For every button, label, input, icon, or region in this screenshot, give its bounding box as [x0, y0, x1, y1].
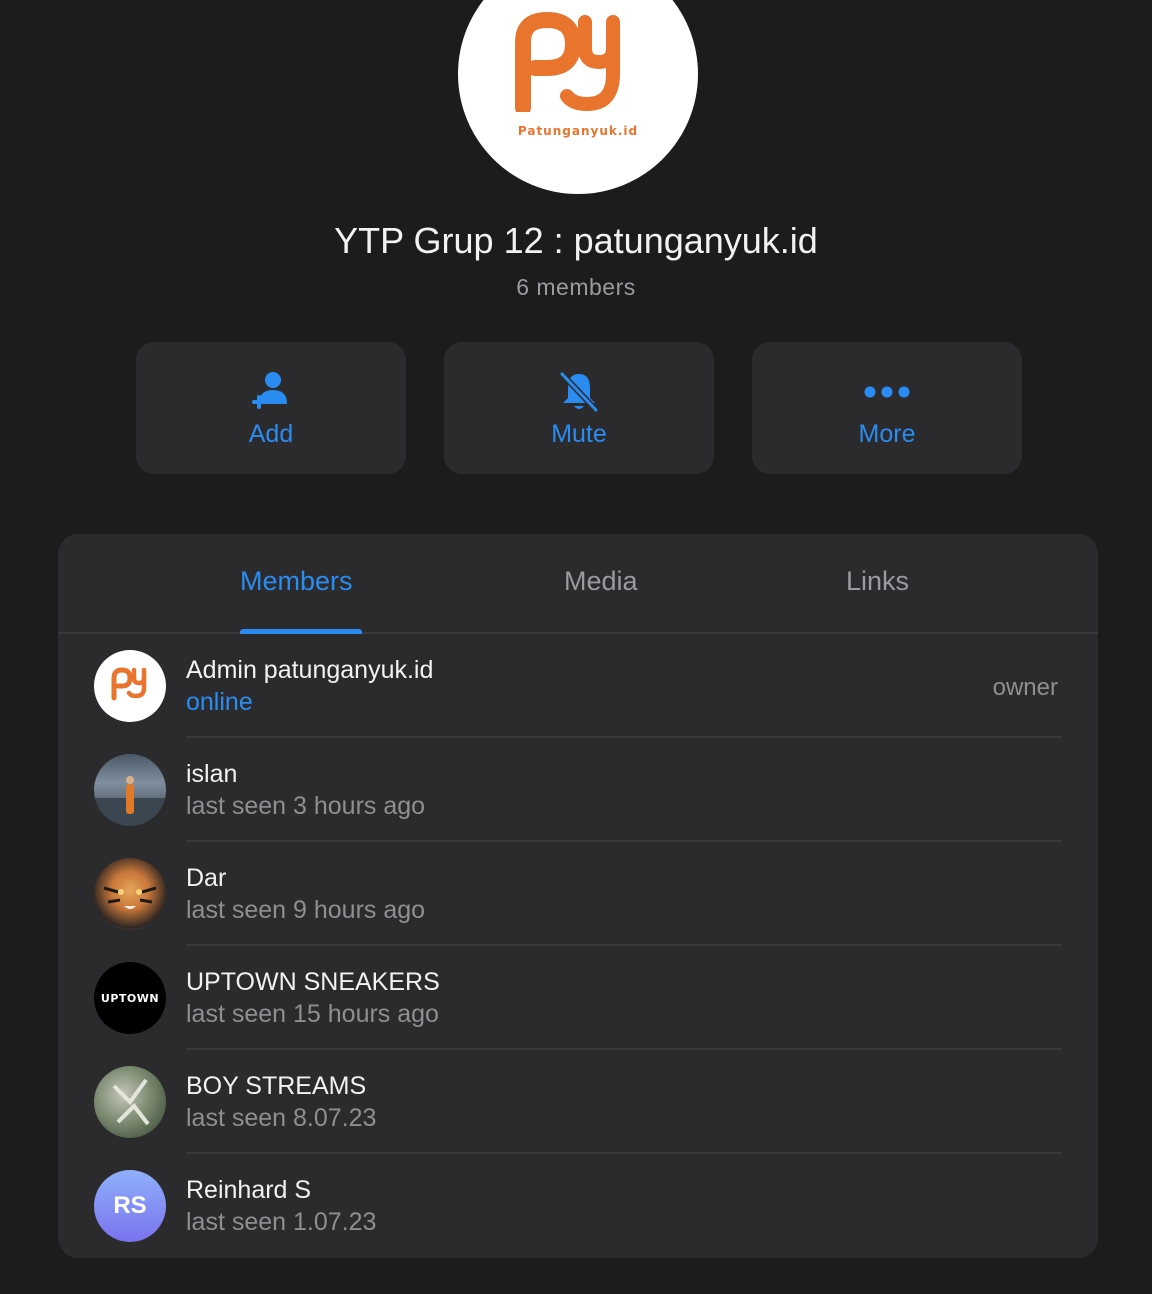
avatar — [94, 754, 166, 826]
patunganyuk-logo-icon — [111, 667, 147, 701]
member-row[interactable]: islan last seen 3 hours ago — [58, 738, 1098, 842]
avatar: UPTOWN — [94, 962, 166, 1034]
avatar-text: UPTOWN — [100, 991, 160, 1005]
logo-wordmark: Patunganyuk.id — [517, 124, 639, 138]
member-row[interactable]: Dar last seen 9 hours ago — [58, 842, 1098, 946]
member-name: UPTOWN SNEAKERS — [186, 968, 440, 996]
member-name: Dar — [186, 864, 227, 892]
avatar-initials: RS — [113, 1192, 147, 1219]
mute-button[interactable]: Mute — [444, 342, 714, 474]
member-name: islan — [186, 760, 238, 788]
add-button-label: Add — [248, 420, 294, 448]
avatar — [94, 650, 166, 722]
member-status: last seen 3 hours ago — [186, 792, 426, 820]
tab-bar: Members Media Links — [58, 534, 1098, 634]
add-person-icon — [250, 370, 292, 414]
group-avatar[interactable]: Patunganyuk.id — [458, 0, 698, 194]
add-button[interactable]: Add — [136, 342, 406, 474]
member-row[interactable]: UPTOWN UPTOWN SNEAKERS last seen 15 hour… — [58, 946, 1098, 1050]
member-row[interactable]: RS Reinhard S last seen 1.07.23 — [58, 1154, 1098, 1258]
member-row[interactable]: Admin patunganyuk.id online owner — [58, 634, 1098, 738]
member-count: 6 members — [516, 274, 636, 300]
member-status: online — [186, 688, 253, 716]
member-status: last seen 8.07.23 — [186, 1104, 377, 1132]
group-info-screen: Patunganyuk.id YTP Grup 12 : patunganyuk… — [0, 0, 1152, 1294]
tab-media[interactable]: Media — [564, 566, 638, 597]
member-name: BOY STREAMS — [186, 1072, 367, 1100]
member-name: Admin patunganyuk.id — [186, 656, 434, 684]
member-status: last seen 15 hours ago — [186, 1000, 439, 1028]
members-panel: Members Media Links Admin patunganyuk.id… — [58, 534, 1098, 1258]
avatar — [94, 858, 166, 930]
ellipsis-icon — [864, 370, 910, 414]
avatar: RS — [94, 1170, 166, 1242]
more-button-label: More — [858, 420, 916, 448]
tab-links[interactable]: Links — [846, 566, 909, 597]
mute-button-label: Mute — [551, 420, 607, 448]
group-title: YTP Grup 12 : patunganyuk.id — [334, 220, 818, 261]
bell-slash-icon — [558, 370, 600, 414]
member-status: last seen 9 hours ago — [186, 896, 426, 924]
more-button[interactable]: More — [752, 342, 1022, 474]
member-role: owner — [992, 674, 1058, 701]
patunganyuk-logo-icon — [515, 12, 620, 112]
member-name: Reinhard S — [186, 1176, 312, 1204]
member-row[interactable]: BOY STREAMS last seen 8.07.23 — [58, 1050, 1098, 1154]
member-status: last seen 1.07.23 — [186, 1208, 377, 1236]
action-bar: Add Mute More — [136, 342, 1022, 474]
avatar — [94, 1066, 166, 1138]
tab-members[interactable]: Members — [240, 566, 353, 597]
